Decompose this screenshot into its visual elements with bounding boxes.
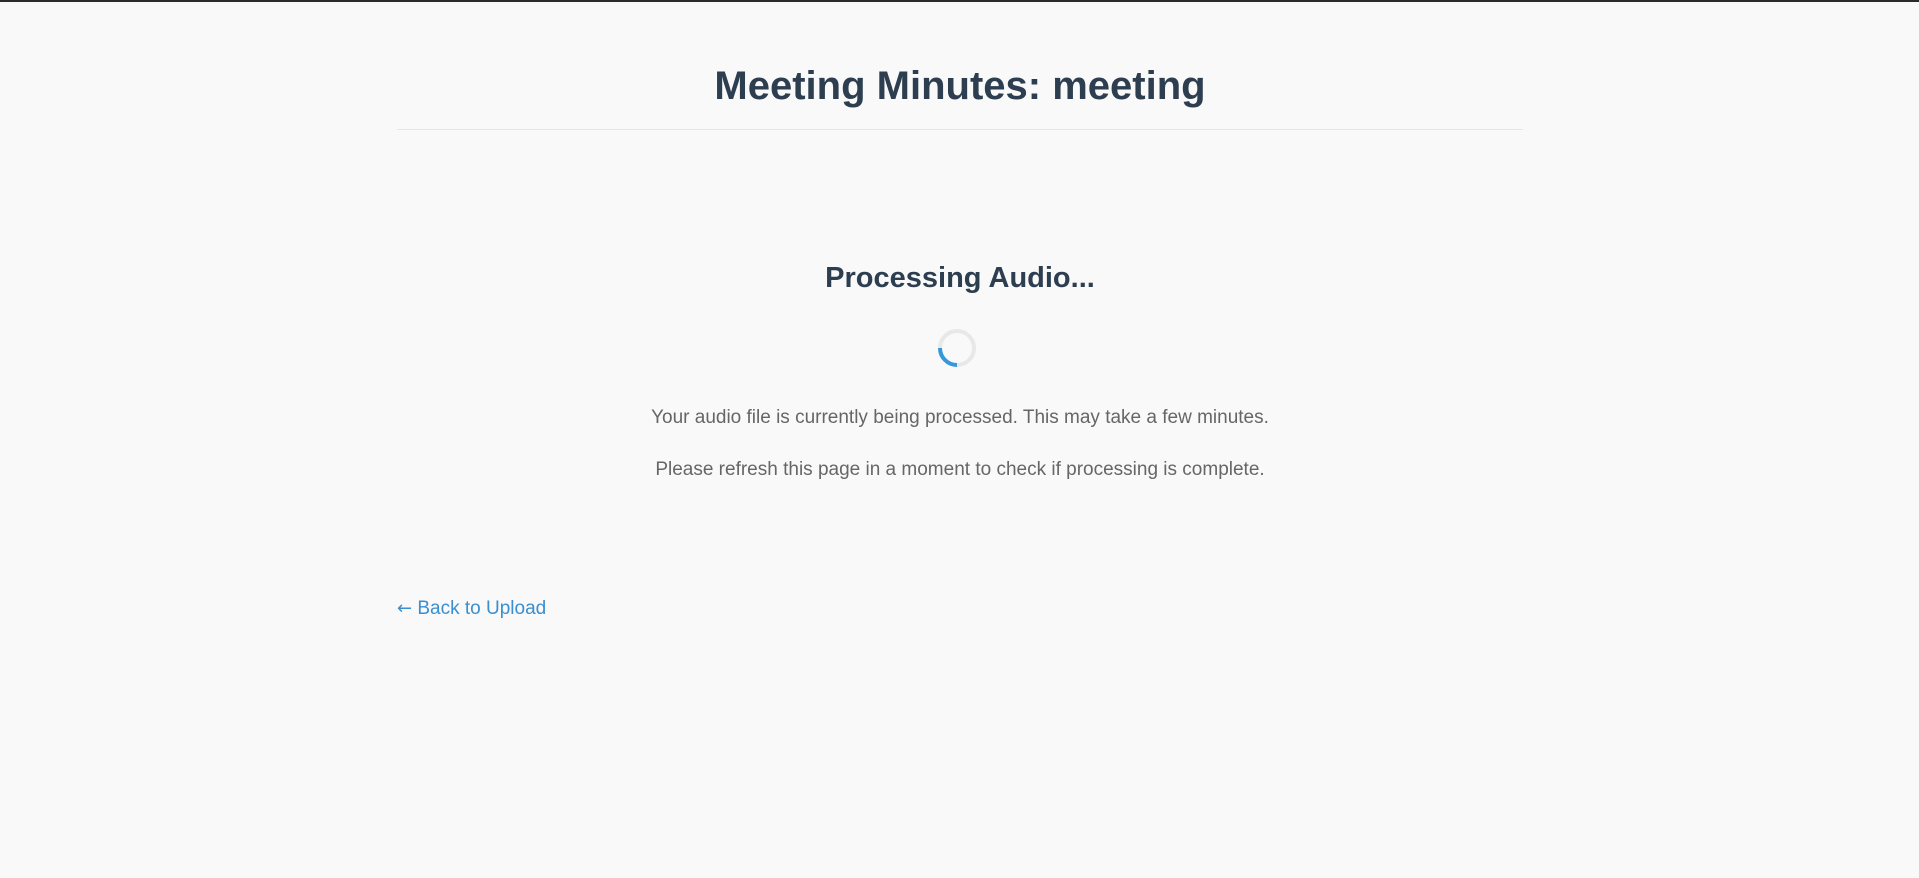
processing-message-2: Please refresh this page in a moment to … [655, 459, 1265, 480]
processing-section: Processing Audio... Your audio file is c… [397, 260, 1523, 480]
processing-heading: Processing Audio... [825, 262, 1095, 294]
title-divider [397, 129, 1523, 130]
back-arrow-icon: ← [397, 598, 413, 619]
back-link-label: Back to Upload [417, 598, 547, 619]
page-title: Meeting Minutes: meeting [714, 64, 1206, 108]
back-to-upload-link[interactable]: ← Back to Upload [397, 597, 546, 621]
main-container: Meeting Minutes: meeting Processing Audi… [397, 0, 1523, 619]
loading-spinner-icon [938, 329, 976, 367]
processing-message-1: Your audio file is currently being proce… [651, 407, 1269, 428]
